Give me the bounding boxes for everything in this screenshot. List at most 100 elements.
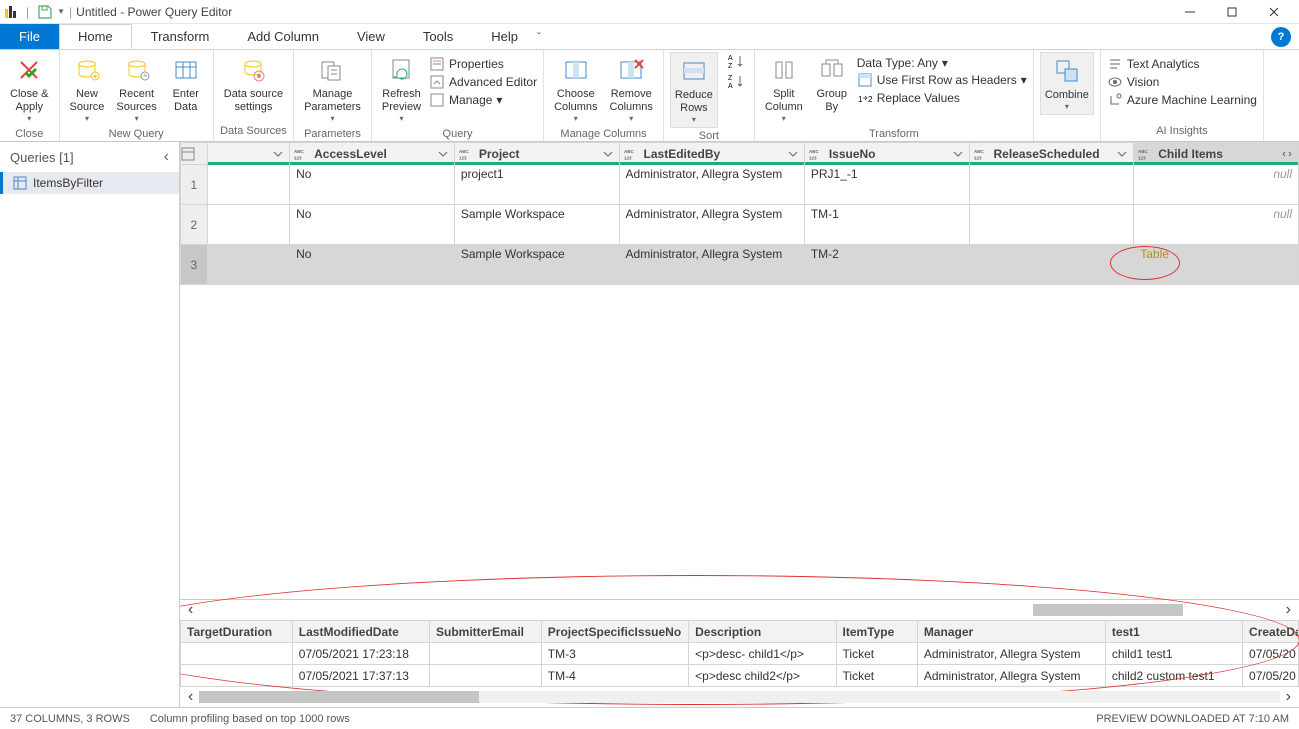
grid-cell[interactable]: Administrator, Allegra System xyxy=(619,165,804,205)
preview-cell[interactable]: TM-4 xyxy=(541,665,688,687)
filter-icon[interactable] xyxy=(271,147,285,161)
data-type-button[interactable]: Data Type: Any ▾ xyxy=(857,56,1027,70)
preview-cell[interactable]: 07/05/20 xyxy=(1243,643,1299,665)
preview-cell[interactable]: Ticket xyxy=(836,643,917,665)
text-analytics-button[interactable]: Text Analytics xyxy=(1107,56,1257,72)
refresh-preview-button[interactable]: Refresh Preview▾ xyxy=(378,52,425,126)
combine-button[interactable]: Combine▾ xyxy=(1040,52,1094,115)
grid-cell[interactable]: Sample Workspace xyxy=(454,205,619,245)
group-by-button[interactable]: Group By xyxy=(811,52,853,116)
scroll-right-icon-2[interactable]: › xyxy=(1286,688,1291,706)
row-number[interactable]: 2 xyxy=(181,205,208,245)
advanced-editor-button[interactable]: Advanced Editor xyxy=(429,74,537,90)
preview-cell[interactable] xyxy=(181,665,293,687)
row-number[interactable]: 1 xyxy=(181,165,208,205)
preview-cell[interactable] xyxy=(430,665,542,687)
ribbon-collapse-icon[interactable]: ˇ xyxy=(537,30,541,44)
data-source-settings-button[interactable]: Data source settings xyxy=(220,52,287,116)
grid-cell[interactable]: No xyxy=(290,165,455,205)
grid-cell[interactable]: Administrator, Allegra System xyxy=(619,205,804,245)
column-header[interactable]: Child Items xyxy=(1158,147,1278,161)
preview-table[interactable]: TargetDurationLastModifiedDateSubmitterE… xyxy=(180,620,1299,687)
grid-cell[interactable]: TM-1 xyxy=(804,205,969,245)
preview-column-header[interactable]: Description xyxy=(689,621,836,643)
preview-column-header[interactable]: Manager xyxy=(917,621,1105,643)
help-icon[interactable]: ? xyxy=(1271,27,1291,47)
collapse-queries-icon[interactable]: ‹ xyxy=(164,148,169,166)
reduce-rows-button[interactable]: Reduce Rows▾ xyxy=(670,52,718,128)
column-header[interactable]: AccessLevel xyxy=(314,147,434,161)
recent-sources-button[interactable]: Recent Sources▾ xyxy=(112,52,160,126)
column-header[interactable]: ReleaseScheduled xyxy=(994,147,1114,161)
preview-column-header[interactable]: ItemType xyxy=(836,621,917,643)
tab-help[interactable]: Help xyxy=(472,24,537,49)
preview-cell[interactable]: child1 test1 xyxy=(1105,643,1242,665)
new-source-button[interactable]: ✷New Source▾ xyxy=(66,52,109,126)
tab-file[interactable]: File xyxy=(0,24,59,49)
choose-columns-button[interactable]: Choose Columns▾ xyxy=(550,52,601,126)
filter-icon[interactable] xyxy=(436,147,450,161)
enter-data-button[interactable]: Enter Data xyxy=(165,52,207,116)
query-item[interactable]: ItemsByFilter xyxy=(0,172,179,194)
tab-add-column[interactable]: Add Column xyxy=(228,24,338,49)
preview-cell[interactable]: child2 custom test1 xyxy=(1105,665,1242,687)
hscroll-thumb-2[interactable] xyxy=(199,691,479,703)
filter-icon[interactable] xyxy=(951,147,965,161)
preview-cell[interactable]: Ticket xyxy=(836,665,917,687)
grid-cell[interactable]: Administrator, Allegra System xyxy=(619,245,804,285)
save-icon[interactable] xyxy=(37,4,53,20)
filter-icon[interactable] xyxy=(1115,147,1129,161)
column-header[interactable]: Project xyxy=(479,147,599,161)
preview-cell[interactable]: <p>desc- child1</p> xyxy=(689,643,836,665)
preview-cell[interactable] xyxy=(430,643,542,665)
tab-home[interactable]: Home xyxy=(59,24,132,49)
column-header[interactable]: LastEditedBy xyxy=(644,147,784,161)
grid-cell[interactable]: No xyxy=(290,245,455,285)
grid-cell[interactable]: project1 xyxy=(454,165,619,205)
filter-icon[interactable] xyxy=(786,147,800,161)
grid-cell[interactable] xyxy=(969,205,1134,245)
remove-columns-button[interactable]: Remove Columns▾ xyxy=(606,52,657,126)
preview-column-header[interactable]: LastModifiedDate xyxy=(292,621,429,643)
preview-column-header[interactable]: ProjectSpecificIssueNo xyxy=(541,621,688,643)
preview-column-header[interactable]: SubmitterEmail xyxy=(430,621,542,643)
grid-cell[interactable] xyxy=(207,245,289,285)
sort-desc-button[interactable]: ZA xyxy=(726,72,744,90)
minimize-button[interactable] xyxy=(1169,0,1211,24)
tab-transform[interactable]: Transform xyxy=(132,24,229,49)
grid-cell[interactable]: null xyxy=(1134,205,1299,245)
preview-cell[interactable]: TM-3 xyxy=(541,643,688,665)
manage-button[interactable]: Manage ▾ xyxy=(429,92,537,108)
row-number[interactable]: 3 xyxy=(181,245,208,285)
grid-cell[interactable]: Sample Workspace xyxy=(454,245,619,285)
first-row-headers-button[interactable]: Use First Row as Headers ▾ xyxy=(857,72,1027,88)
preview-column-header[interactable]: test1 xyxy=(1105,621,1242,643)
tab-view[interactable]: View xyxy=(338,24,404,49)
vision-button[interactable]: Vision xyxy=(1107,74,1257,90)
scroll-left-icon-2[interactable]: ‹ xyxy=(188,688,193,706)
expand-icon[interactable] xyxy=(1280,147,1294,161)
preview-cell[interactable] xyxy=(181,643,293,665)
grid-cell[interactable] xyxy=(207,205,289,245)
tab-tools[interactable]: Tools xyxy=(404,24,472,49)
replace-values-button[interactable]: 12Replace Values xyxy=(857,90,1027,106)
hscroll-thumb[interactable] xyxy=(1033,604,1183,616)
column-header[interactable]: IssueNo xyxy=(829,147,949,161)
grid-cell[interactable]: PRJ1_-1 xyxy=(804,165,969,205)
preview-column-header[interactable]: TargetDuration xyxy=(181,621,293,643)
preview-cell[interactable]: Administrator, Allegra System xyxy=(917,643,1105,665)
preview-column-header[interactable]: CreateDa xyxy=(1243,621,1299,643)
preview-cell[interactable]: Administrator, Allegra System xyxy=(917,665,1105,687)
grid-cell[interactable] xyxy=(969,165,1134,205)
preview-cell[interactable]: 07/05/20 xyxy=(1243,665,1299,687)
grid-cell[interactable]: null xyxy=(1134,165,1299,205)
maximize-button[interactable] xyxy=(1211,0,1253,24)
grid-cell[interactable]: Table xyxy=(1134,245,1299,285)
grid-cell[interactable] xyxy=(207,165,289,205)
split-column-button[interactable]: Split Column▾ xyxy=(761,52,807,126)
grid-cell[interactable] xyxy=(969,245,1134,285)
grid-cell[interactable]: TM-2 xyxy=(804,245,969,285)
close-apply-button[interactable]: Close & Apply▾ xyxy=(6,52,53,126)
grid-cell[interactable]: No xyxy=(290,205,455,245)
preview-cell[interactable]: 07/05/2021 17:37:13 xyxy=(292,665,429,687)
